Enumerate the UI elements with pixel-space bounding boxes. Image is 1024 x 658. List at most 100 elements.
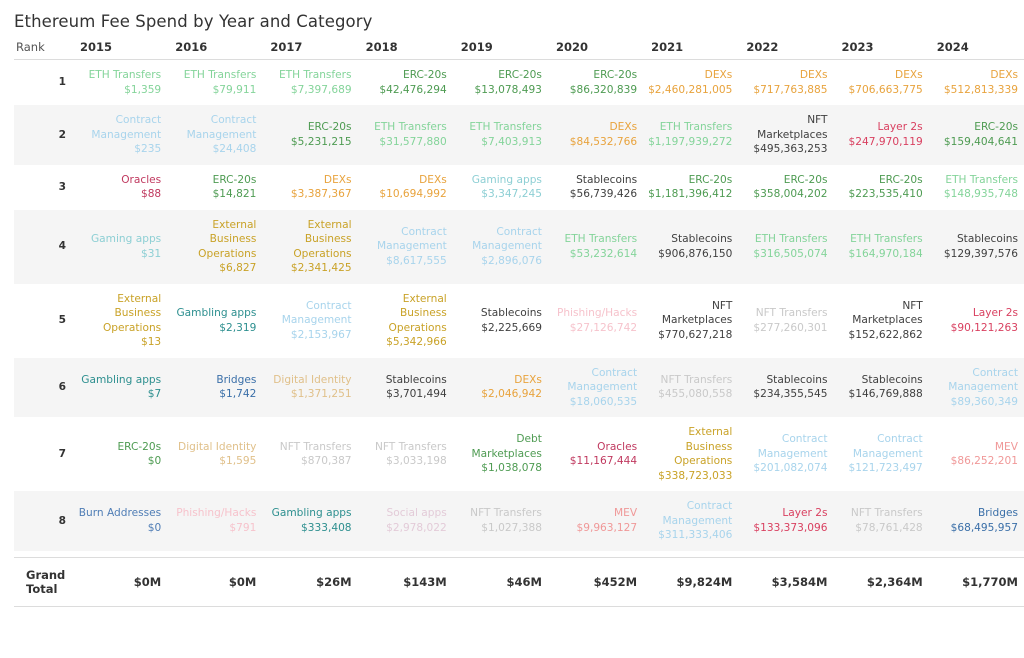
fee-cell[interactable]: Oracles $88 bbox=[74, 165, 169, 210]
fee-cell[interactable]: Phishing/Hacks $791 bbox=[169, 491, 265, 551]
fee-cell[interactable]: NFT Transfers $78,761,428 bbox=[835, 491, 931, 551]
grand-total-label: Grand Total bbox=[14, 556, 74, 607]
fee-cell[interactable]: DEXs $706,663,775 bbox=[836, 60, 931, 106]
fee-cell[interactable]: Gaming apps $31 bbox=[74, 209, 170, 284]
fee-cell[interactable]: Debt Marketplaces $1,038,078 bbox=[455, 417, 550, 491]
fee-cell[interactable]: Digital Identity $1,371,251 bbox=[264, 357, 360, 417]
fee-value: $1,181,396,412 bbox=[648, 188, 733, 200]
fee-cell[interactable]: Bridges $1,742 bbox=[169, 357, 265, 417]
fee-cell[interactable]: Social apps $2,978,022 bbox=[359, 491, 455, 551]
fee-cell[interactable]: Stablecoins $2,225,669 bbox=[455, 284, 550, 358]
fee-cell[interactable]: Phishing/Hacks $27,126,742 bbox=[550, 284, 645, 358]
fee-cell[interactable]: NFT Transfers $455,080,558 bbox=[645, 357, 741, 417]
fee-cell[interactable]: Contract Management $18,060,535 bbox=[549, 357, 646, 417]
fee-cell[interactable]: Stablecoins $906,876,150 bbox=[645, 209, 741, 284]
fee-cell[interactable]: Stablecoins $234,355,545 bbox=[740, 357, 836, 417]
fee-cell[interactable]: External Business Operations $338,723,033 bbox=[645, 417, 740, 491]
category-label: NFT Transfers bbox=[470, 507, 542, 520]
fee-value: $31,577,880 bbox=[379, 135, 447, 148]
fee-cell[interactable]: NFT Marketplaces $770,627,218 bbox=[645, 284, 740, 358]
fee-cell[interactable]: Stablecoins $3,701,494 bbox=[359, 357, 455, 417]
fee-cell[interactable]: Layer 2s $133,373,096 bbox=[740, 491, 836, 551]
fee-cell[interactable]: DEXs $512,813,339 bbox=[931, 60, 1024, 106]
fee-cell[interactable]: NFT Transfers $870,387 bbox=[264, 417, 359, 491]
fee-value: $2,046,942 bbox=[481, 388, 542, 401]
fee-cell[interactable]: NFT Transfers $1,027,388 bbox=[454, 491, 550, 551]
fee-cell[interactable]: Burn Addresses $0 bbox=[74, 491, 170, 551]
fee-cell[interactable]: ERC-20s $223,535,410 bbox=[836, 165, 931, 210]
fee-cell[interactable]: Gambling apps $333,408 bbox=[264, 491, 360, 551]
fee-cell[interactable]: ETH Transfers $7,403,913 bbox=[454, 105, 550, 165]
fee-cell[interactable]: Contract Management $121,723,497 bbox=[836, 417, 931, 491]
fee-cell[interactable]: Gambling apps $7 bbox=[74, 357, 170, 417]
fee-cell[interactable]: ETH Transfers $164,970,184 bbox=[835, 209, 931, 284]
fee-value: $512,813,339 bbox=[943, 83, 1018, 96]
fee-cell[interactable]: Gambling apps $2,319 bbox=[169, 284, 264, 358]
fee-cell[interactable]: ERC-20s $358,004,202 bbox=[740, 165, 835, 210]
fee-cell[interactable]: MEV $9,963,127 bbox=[549, 491, 646, 551]
fee-cell[interactable]: Contract Management $201,082,074 bbox=[740, 417, 835, 491]
fee-cell[interactable]: ETH Transfers $79,911 bbox=[169, 60, 264, 106]
category-label: ERC-20s bbox=[974, 121, 1018, 134]
fee-cell[interactable]: Contract Management $2,153,967 bbox=[264, 284, 359, 358]
fee-cell[interactable]: Oracles $11,167,444 bbox=[550, 417, 645, 491]
fee-cell[interactable]: Contract Management $24,408 bbox=[169, 105, 265, 165]
category-label: Digital Identity bbox=[273, 373, 352, 386]
table-row: 6 Gambling apps $7 Bridges $1,742 Digital Ide… bbox=[14, 357, 1024, 417]
category-label: Bridges bbox=[977, 507, 1018, 520]
fee-cell[interactable]: DEXs $717,763,885 bbox=[740, 60, 835, 106]
fee-cell[interactable]: ETH Transfers $1,197,939,272 bbox=[645, 105, 741, 165]
fee-cell[interactable]: ETH Transfers $148,935,748 bbox=[931, 165, 1024, 210]
fee-cell[interactable]: Contract Management $311,333,406 bbox=[645, 491, 741, 551]
fee-value: $201,082,074 bbox=[753, 462, 828, 475]
fee-cell[interactable]: ERC-20s $13,078,493 bbox=[455, 60, 550, 106]
fee-cell[interactable]: Layer 2s $90,121,263 bbox=[931, 284, 1024, 358]
fee-cell[interactable]: Contract Management $89,360,349 bbox=[930, 357, 1024, 417]
fee-cell[interactable]: Stablecoins $56,739,426 bbox=[550, 165, 645, 210]
category-label: NFT Transfers bbox=[374, 440, 447, 453]
category-label: Contract Management bbox=[852, 433, 923, 460]
fee-cell[interactable]: DEXs $10,694,992 bbox=[360, 165, 455, 210]
fee-cell[interactable]: Stablecoins $146,769,888 bbox=[835, 357, 931, 417]
fee-cell[interactable]: External Business Operations $6,827 bbox=[169, 209, 265, 284]
fee-cell[interactable]: Gaming apps $3,347,245 bbox=[455, 165, 550, 210]
fee-cell[interactable]: Contract Management $8,617,555 bbox=[359, 209, 455, 284]
fee-cell[interactable]: NFT Transfers $3,033,198 bbox=[360, 417, 455, 491]
fee-cell[interactable]: ERC-20s $0 bbox=[74, 417, 169, 491]
fee-cell[interactable]: ETH Transfers $7,397,689 bbox=[264, 60, 359, 106]
fee-cell[interactable]: ERC-20s $42,476,294 bbox=[360, 60, 455, 106]
fee-cell[interactable]: ETH Transfers $31,577,880 bbox=[359, 105, 455, 165]
fee-cell[interactable]: External Business Operations $5,342,966 bbox=[360, 284, 455, 358]
fee-cell[interactable]: DEXs $2,460,281,005 bbox=[645, 60, 740, 106]
fee-cell[interactable]: DEXs $2,046,942 bbox=[454, 357, 550, 417]
table-row: 3 Oracles $88 ERC-20s $14,821 DEXs $3,387,367 D… bbox=[14, 165, 1024, 210]
fee-cell[interactable]: External Business Operations $2,341,425 bbox=[264, 209, 360, 284]
fee-cell[interactable]: DEXs $84,532,766 bbox=[549, 105, 646, 165]
fee-cell[interactable]: ETH Transfers $316,505,074 bbox=[740, 209, 836, 284]
fee-cell[interactable]: DEXs $3,387,367 bbox=[264, 165, 359, 210]
fee-cell[interactable]: ERC-20s $86,320,839 bbox=[550, 60, 645, 106]
fee-cell[interactable]: NFT Marketplaces $152,622,862 bbox=[836, 284, 931, 358]
fee-cell[interactable]: MEV $86,252,201 bbox=[931, 417, 1024, 491]
fee-cell[interactable]: ERC-20s $14,821 bbox=[169, 165, 264, 210]
fee-cell[interactable]: Layer 2s $247,970,119 bbox=[835, 105, 931, 165]
fee-cell[interactable]: ERC-20s $1,181,396,412 bbox=[645, 165, 740, 210]
fee-cell[interactable]: Bridges $68,495,957 bbox=[930, 491, 1024, 551]
fee-cell[interactable]: Contract Management $2,896,076 bbox=[454, 209, 550, 284]
fee-value: $495,363,253 bbox=[753, 143, 828, 155]
fee-cell[interactable]: NFT Transfers $277,260,301 bbox=[740, 284, 835, 358]
fee-cell[interactable]: NFT Marketplaces $495,363,253 bbox=[740, 105, 836, 165]
fee-cell[interactable]: External Business Operations $13 bbox=[74, 284, 169, 358]
fee-value: $1,027,388 bbox=[481, 521, 542, 534]
fee-cell[interactable]: Contract Management $235 bbox=[74, 105, 170, 165]
fee-cell[interactable]: ETH Transfers $53,232,614 bbox=[549, 209, 646, 284]
fee-cell[interactable]: Digital Identity $1,595 bbox=[169, 417, 264, 491]
header-row: Rank 2015 2016 2017 2018 2019 2020 2021 … bbox=[14, 40, 1024, 60]
fee-cell[interactable]: ERC-20s $159,404,641 bbox=[930, 105, 1024, 165]
category-label: Contract Management bbox=[376, 225, 447, 253]
fee-cell[interactable]: Stablecoins $129,397,576 bbox=[930, 209, 1024, 284]
fee-cell[interactable]: ERC-20s $5,231,215 bbox=[264, 105, 360, 165]
fee-cell[interactable]: ETH Transfers $1,359 bbox=[74, 60, 169, 106]
category-label: ETH Transfers bbox=[564, 233, 638, 245]
fee-value: $333,408 bbox=[301, 521, 352, 534]
